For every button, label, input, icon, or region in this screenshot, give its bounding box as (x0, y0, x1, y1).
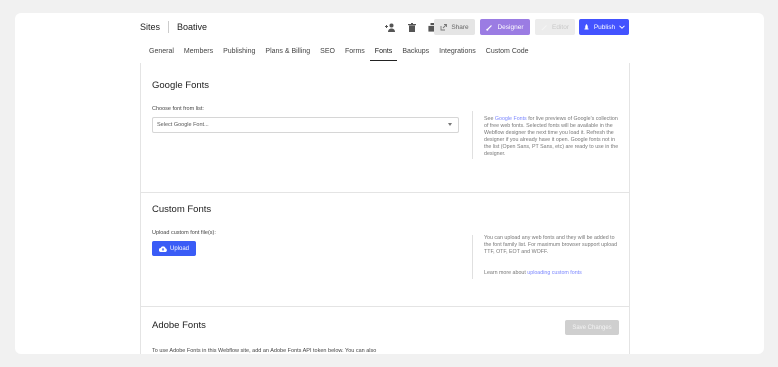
tab-integrations[interactable]: Integrations (434, 47, 481, 61)
adobe-fonts-section: Adobe Fonts Save Changes To use Adobe Fo… (141, 307, 629, 354)
toolbar-icons (385, 22, 438, 32)
google-help-rest: for live previews of Google's collection… (484, 116, 619, 157)
trash-icon[interactable] (406, 22, 417, 32)
cloud-upload-icon (158, 245, 167, 252)
breadcrumb-separator (168, 21, 170, 33)
uploading-custom-fonts-link[interactable]: uploading custom fonts (527, 270, 581, 276)
custom-fonts-title: Custom Fonts (152, 204, 212, 215)
tab-forms[interactable]: Forms (340, 47, 370, 61)
settings-window: Sites Boative Share Designer Editor Publ… (15, 13, 764, 354)
crumb-site-name[interactable]: Boative (177, 22, 207, 32)
tab-custom-code[interactable]: Custom Code (481, 47, 534, 61)
top-bar: Sites Boative Share Designer Editor Publ… (15, 13, 764, 43)
publish-button[interactable]: Publish (579, 19, 629, 35)
adobe-fonts-title: Adobe Fonts (152, 320, 206, 331)
upload-label: Upload custom font file(s): (152, 230, 216, 236)
google-fonts-link[interactable]: Google Fonts (495, 116, 527, 122)
google-font-select[interactable]: Select Google Font... (152, 117, 459, 133)
google-fonts-help: See Google Fonts for live previews of Go… (484, 116, 619, 158)
adobe-fonts-description: To use Adobe Fonts in this Webflow site,… (152, 348, 377, 354)
crumb-sites[interactable]: Sites (140, 22, 160, 32)
chevron-down-icon (619, 25, 625, 29)
custom-fonts-help: You can upload any web fonts and they wi… (484, 235, 618, 255)
share-label: Share (451, 23, 469, 31)
designer-button[interactable]: Designer (480, 19, 530, 35)
editor-label: Editor (552, 23, 569, 31)
tab-publishing[interactable]: Publishing (218, 47, 260, 61)
choose-font-label: Choose font from list: (152, 106, 204, 112)
tab-fonts[interactable]: Fonts (369, 47, 398, 61)
google-font-select-value: Select Google Font... (157, 122, 209, 128)
tab-backups[interactable]: Backups (397, 47, 434, 61)
learn-more-prefix: Learn more about (484, 270, 528, 276)
pencil-icon (541, 24, 547, 30)
breadcrumb: Sites Boative (140, 21, 207, 33)
custom-fonts-section: Custom Fonts Upload custom font file(s):… (141, 193, 629, 307)
rocket-icon (584, 23, 589, 29)
upload-button-label: Upload (169, 245, 189, 252)
share-button[interactable]: Share (434, 19, 475, 35)
fonts-panel: Google Fonts Choose font from list: Sele… (140, 63, 630, 354)
designer-label: Designer (497, 23, 524, 31)
save-changes-button: Save Changes (565, 320, 619, 335)
help-divider (472, 111, 473, 159)
share-icon (440, 23, 448, 30)
settings-tabs: General Members Publishing Plans & Billi… (144, 47, 534, 61)
google-fonts-section: Google Fonts Choose font from list: Sele… (141, 63, 629, 193)
tab-plans-billing[interactable]: Plans & Billing (260, 47, 315, 61)
tab-seo[interactable]: SEO (315, 47, 340, 61)
publish-label: Publish (593, 23, 616, 31)
upload-button[interactable]: Upload (152, 241, 196, 256)
tab-members[interactable]: Members (179, 47, 218, 61)
editor-button: Editor (535, 19, 575, 35)
google-help-prefix: See (484, 116, 495, 122)
brush-icon (486, 24, 493, 31)
add-user-icon[interactable] (385, 22, 396, 32)
help-divider (472, 235, 473, 279)
chevron-down-icon (448, 123, 452, 126)
google-fonts-title: Google Fonts (152, 80, 210, 91)
tab-general[interactable]: General (144, 47, 179, 61)
learn-more-text: Learn more about uploading custom fonts (484, 270, 619, 277)
